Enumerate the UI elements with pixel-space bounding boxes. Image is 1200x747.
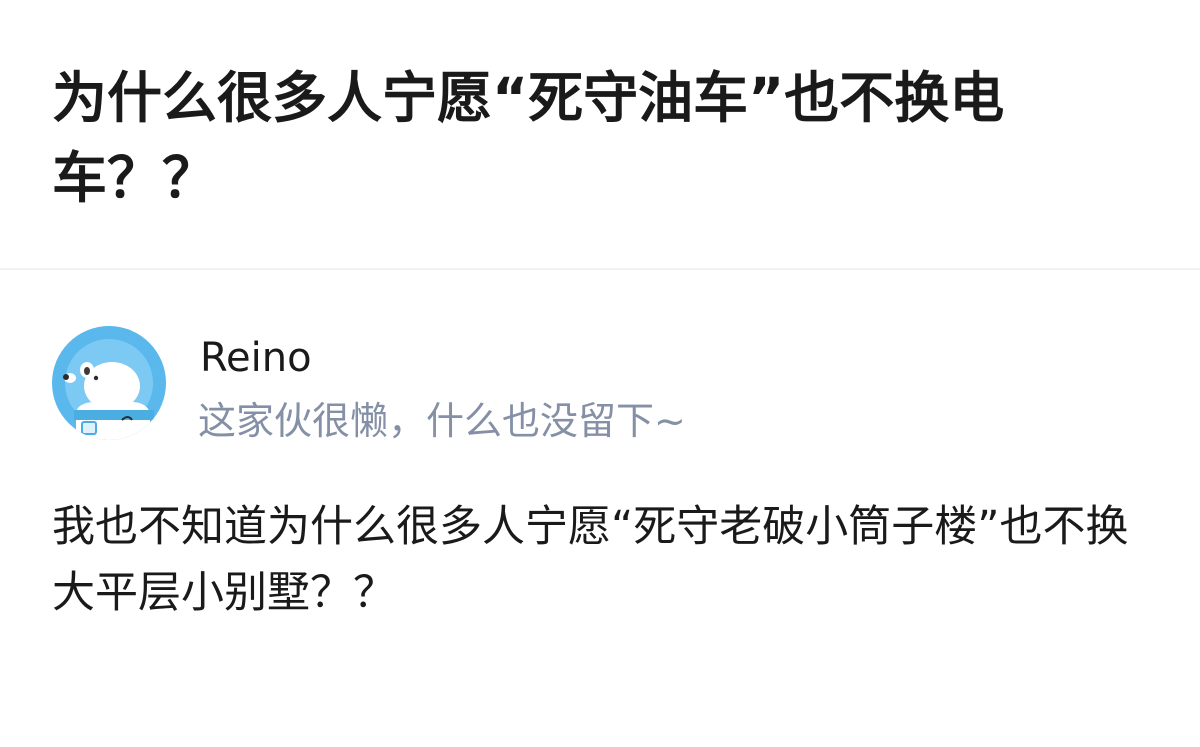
author-name[interactable]: Reino [200,332,312,384]
question-title[interactable]: 为什么很多人宁愿“死守油车”也不换电车？？ [52,58,1092,218]
author-bio: 这家伙很懒，什么也没留下~ [198,399,686,443]
polar-bear-astronaut-icon [52,326,166,440]
avatar[interactable] [52,326,166,440]
answer-content: 我也不知道为什么很多人宁愿“死守老破小筒子楼”也不换大平层小别墅？？ [52,502,1129,618]
divider [0,268,1200,270]
author-info: Reino 这家伙很懒，什么也没留下~ [52,326,1152,446]
